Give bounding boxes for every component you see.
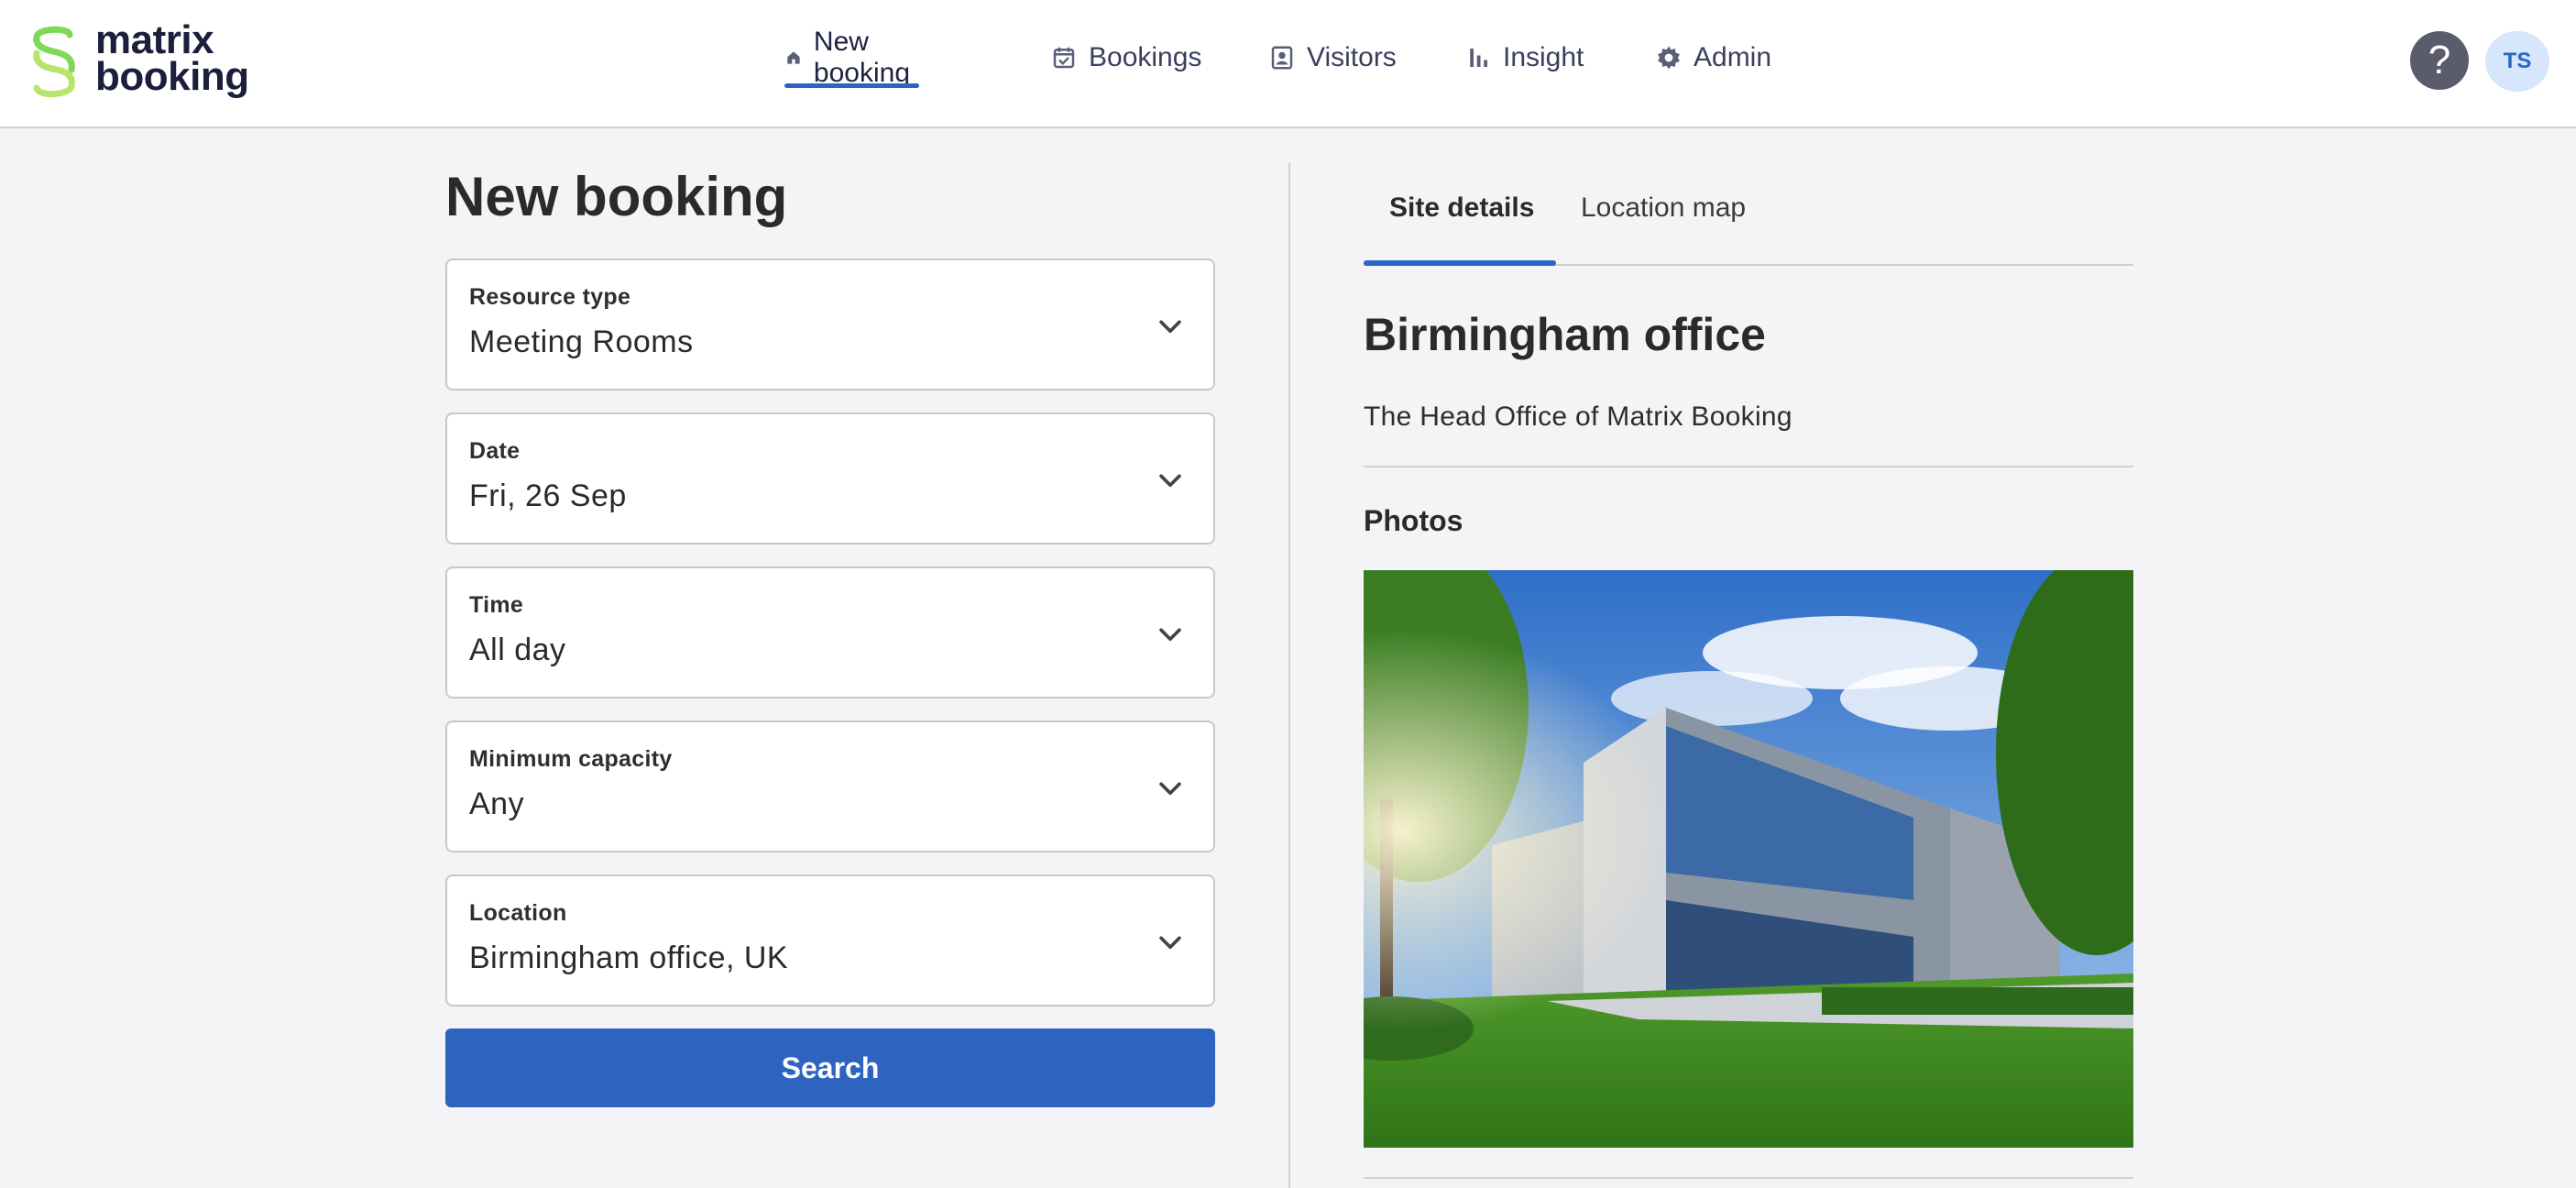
logo-line-matrix: matrix bbox=[95, 17, 214, 62]
field-label: Date bbox=[469, 438, 521, 464]
field-label: Location bbox=[469, 900, 567, 926]
photos-heading: Photos bbox=[1364, 504, 1463, 537]
column-divider bbox=[1288, 163, 1290, 1188]
logo-text: matrix booking bbox=[95, 17, 249, 99]
section-divider bbox=[1364, 1177, 2133, 1179]
tab-location-map[interactable]: Location map bbox=[1581, 192, 1746, 224]
logo-mark-icon bbox=[33, 26, 75, 97]
nav-bookings[interactable]: Bookings bbox=[1050, 31, 1201, 84]
nav-visitors[interactable]: Visitors bbox=[1268, 31, 1397, 84]
section-divider bbox=[1364, 466, 2133, 468]
chevron-down-icon bbox=[1159, 320, 1181, 334]
field-label: Resource type bbox=[469, 284, 631, 310]
minimum-capacity-select[interactable]: Minimum capacity Any bbox=[445, 720, 1215, 852]
home-icon bbox=[787, 51, 800, 64]
visitor-badge-icon bbox=[1271, 46, 1293, 70]
gear-icon bbox=[1658, 46, 1680, 70]
matrix-booking-logo[interactable]: matrix booking bbox=[26, 17, 264, 99]
user-avatar[interactable]: TS bbox=[2485, 31, 2549, 92]
calendar-icon bbox=[1053, 47, 1075, 69]
field-value: Fri, 26 Sep bbox=[469, 478, 627, 513]
help-button[interactable]: ? bbox=[2410, 31, 2469, 90]
location-select[interactable]: Location Birmingham office, UK bbox=[445, 874, 1215, 1006]
avatar-initials: TS bbox=[2503, 49, 2532, 73]
nav-label: Insight bbox=[1503, 42, 1584, 72]
field-value: Meeting Rooms bbox=[469, 324, 694, 359]
nav-label: Bookings bbox=[1089, 42, 1202, 72]
chevron-down-icon bbox=[1159, 474, 1181, 488]
chevron-down-icon bbox=[1159, 936, 1181, 950]
nav-label: Visitors bbox=[1307, 42, 1397, 72]
nav-insight[interactable]: Insight bbox=[1464, 31, 1584, 84]
resource-type-select[interactable]: Resource type Meeting Rooms bbox=[445, 258, 1215, 390]
question-mark-icon: ? bbox=[2428, 38, 2451, 82]
nav-label: New booking bbox=[813, 27, 911, 88]
date-select[interactable]: Date Fri, 26 Sep bbox=[445, 412, 1215, 544]
site-name: Birmingham office bbox=[1364, 309, 1766, 360]
chevron-down-icon bbox=[1159, 628, 1181, 642]
page-title: New booking bbox=[445, 166, 788, 227]
nav-label: Admin bbox=[1694, 42, 1772, 72]
field-label: Minimum capacity bbox=[469, 746, 673, 772]
nav-admin[interactable]: Admin bbox=[1655, 31, 1771, 84]
site-photo[interactable] bbox=[1364, 570, 2133, 1148]
field-value: All day bbox=[469, 632, 566, 667]
search-button[interactable]: Search bbox=[445, 1028, 1215, 1107]
bar-chart-icon bbox=[1470, 49, 1487, 67]
top-navigation-bar: matrix booking New booking Bookings Visi… bbox=[0, 0, 2576, 128]
office-building-photo bbox=[1364, 570, 2133, 1148]
chevron-down-icon bbox=[1159, 782, 1181, 796]
field-value: Birmingham office, UK bbox=[469, 940, 789, 975]
field-value: Any bbox=[469, 786, 525, 821]
logo-line-booking: booking bbox=[95, 54, 249, 99]
site-description: The Head Office of Matrix Booking bbox=[1364, 402, 1792, 432]
nav-new-booking[interactable]: New booking bbox=[784, 27, 920, 88]
tab-site-details[interactable]: Site details bbox=[1389, 192, 1534, 224]
field-label: Time bbox=[469, 592, 524, 618]
time-select[interactable]: Time All day bbox=[445, 566, 1215, 698]
active-tab-indicator bbox=[1364, 260, 1556, 266]
